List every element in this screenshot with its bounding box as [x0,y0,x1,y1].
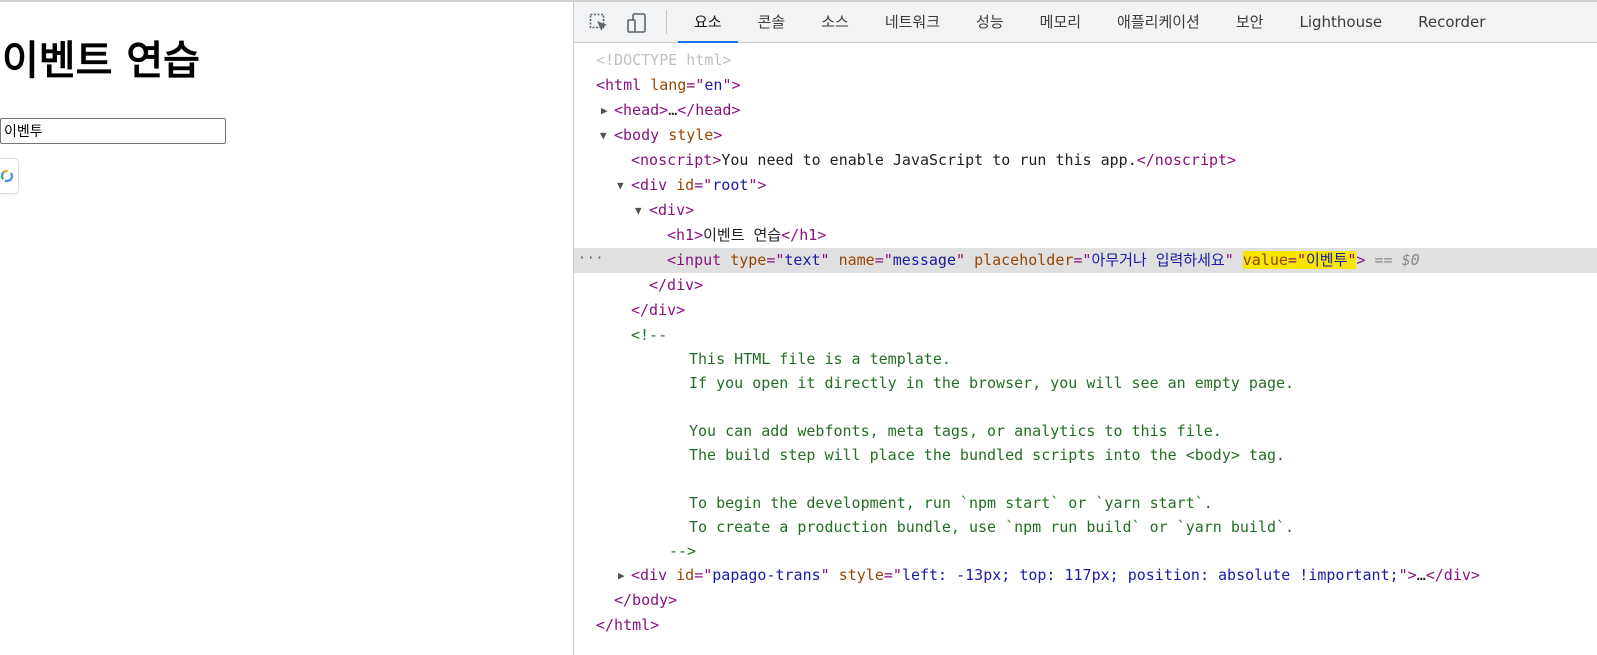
tab-security[interactable]: 보안 [1220,2,1280,42]
tree-line-papago-div[interactable]: ▶ <div id="papago-trans" style="left: -13… [574,563,1597,588]
comment-open: <!-- [631,326,668,344]
papago-style-value: left: -13px; top: 117px; position: absol… [901,566,1399,584]
tree-line-body[interactable]: ▼ <body style> [574,123,1597,148]
tab-lighthouse[interactable]: Lighthouse [1283,2,1398,42]
devtools-tabs: 요소 콘솔 소스 네트워크 성능 메모리 애플리케이션 보안 Lighthous… [678,2,1505,43]
devtools-panel: 요소 콘솔 소스 네트워크 성능 메모리 애플리케이션 보안 Lighthous… [574,2,1597,655]
tab-network[interactable]: 네트워크 [869,2,956,42]
more-options-icon[interactable]: ··· [578,246,604,271]
collapse-caret-icon[interactable]: ▼ [600,123,607,148]
root-id-value: root [712,176,749,194]
selected-node-marker: == $0 [1374,251,1420,269]
tab-memory[interactable]: 메모리 [1024,2,1097,42]
papago-id-value: papago-trans [712,566,821,584]
comment-line: To begin the development, run `npm start… [689,494,1213,512]
tab-application[interactable]: 애플리케이션 [1101,2,1216,42]
comment-line [574,467,1597,491]
comment-line [574,395,1597,419]
papago-translate-icon [0,169,14,183]
page-heading: 이벤트 연습 [2,38,200,84]
toolbar-separator [666,10,667,34]
expand-caret-icon[interactable]: ▶ [601,98,608,123]
devtools-toolbar: 요소 콘솔 소스 네트워크 성능 메모리 애플리케이션 보안 Lighthous… [574,2,1597,43]
message-input[interactable] [0,118,226,144]
tree-line-inner-div[interactable]: ▼ <div> [574,198,1597,223]
comment-line: To create a production bundle, use `npm … [689,518,1295,536]
tree-line-body-close[interactable]: </body> [574,588,1597,613]
tree-line-noscript[interactable]: <noscript>You need to enable JavaScript … [574,148,1597,173]
tab-sources[interactable]: 소스 [805,2,865,42]
rendered-page: 이벤트 연습 [0,2,573,655]
tree-line-head[interactable]: ▶ <head>…</head> [574,98,1597,123]
dom-tree: <!DOCTYPE html> <html lang="en"> ▶ <head>… [574,48,1597,638]
tree-line-root-div[interactable]: ▼ <div id="root"> [574,173,1597,198]
comment-line: The build step will place the bundled sc… [689,446,1286,464]
tab-performance[interactable]: 성능 [960,2,1020,42]
tab-elements[interactable]: 요소 [678,2,738,43]
expand-caret-icon[interactable]: ▶ [618,563,625,588]
tree-line-h1[interactable]: <h1>이벤트 연습</h1> [574,223,1597,248]
tree-line-comment-open[interactable]: <!-- [574,323,1597,347]
tree-line-inner-div-close[interactable]: </div> [574,273,1597,298]
doctype-text: <!DOCTYPE html> [596,51,732,69]
device-toolbar-icon[interactable] [626,12,648,34]
input-type-value: text [784,251,821,269]
input-placeholder-value: 아무거나 입력하세요 [1091,251,1225,269]
comment-line: If you open it directly in the browser, … [689,374,1295,392]
input-value-value: 이벤투 [1305,251,1348,269]
inspect-element-icon[interactable] [588,12,610,34]
tree-line-html-close[interactable]: </html> [574,613,1597,638]
noscript-text: You need to enable JavaScript to run thi… [721,151,1137,169]
collapse-caret-icon[interactable]: ▼ [635,198,642,223]
tree-line-doctype[interactable]: <!DOCTYPE html> [574,48,1597,73]
input-name-value: message [892,251,956,269]
tab-recorder[interactable]: Recorder [1402,2,1501,42]
html-lang-value: en [704,76,723,94]
collapse-caret-icon[interactable]: ▼ [617,173,624,198]
value-attr-highlight: value="이벤투" [1242,251,1357,269]
h1-text: 이벤트 연습 [703,226,782,244]
tree-line-input-selected[interactable]: ··· <input type="text" name="message" pla… [574,248,1597,273]
papago-translate-button[interactable] [0,158,19,194]
tree-line-root-div-close[interactable]: </div> [574,298,1597,323]
comment-line: You can add webfonts, meta tags, or anal… [689,422,1222,440]
tab-console[interactable]: 콘솔 [742,2,802,42]
tree-line-html[interactable]: <html lang="en"> [574,73,1597,98]
tree-line-comment-close: --> [669,542,697,560]
comment-line: This HTML file is a template. [689,350,951,368]
